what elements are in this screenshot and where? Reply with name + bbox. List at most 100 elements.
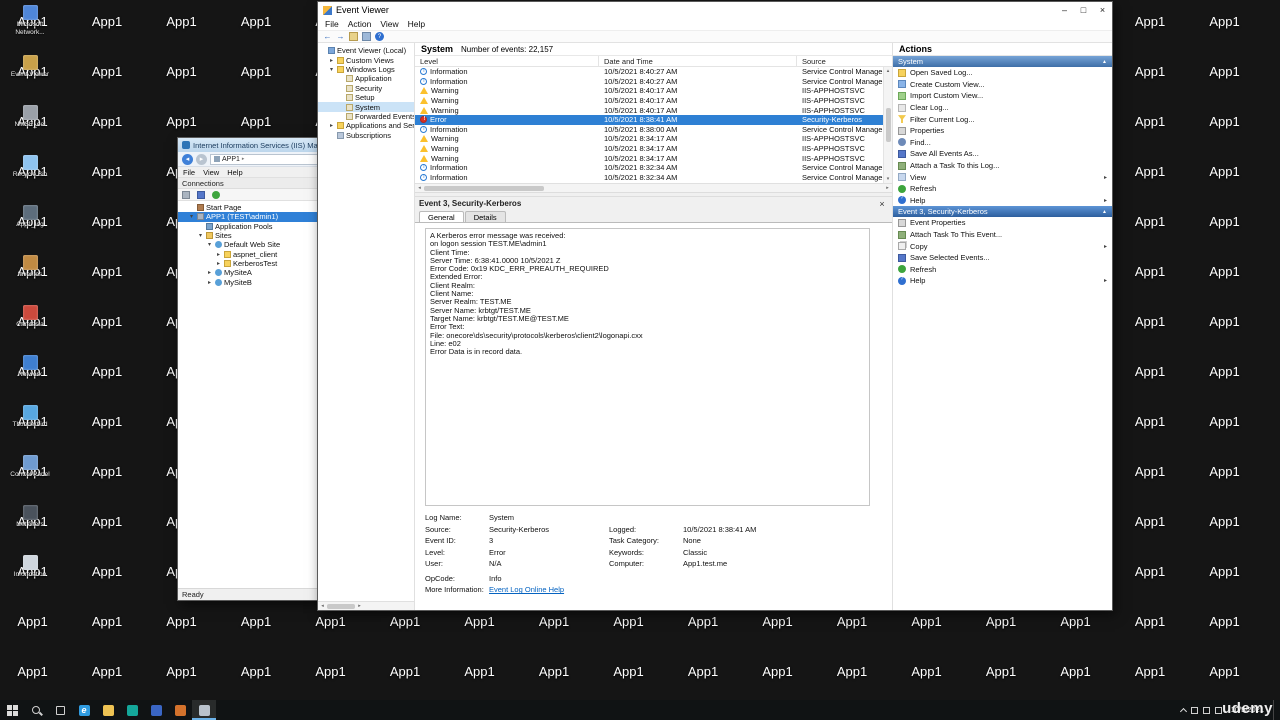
breadcrumb-server[interactable]: APP1 [222, 156, 240, 163]
event-row[interactable]: Warning 10/5/2021 8:40:17 AM IIS-APPHOST… [415, 96, 883, 106]
save-icon[interactable] [197, 190, 205, 199]
desktop-shortcut-label[interactable]: App1 [1120, 64, 1181, 79]
desktop-shortcut-label[interactable]: App1 [226, 614, 287, 629]
action-find[interactable]: Find... [893, 137, 1112, 149]
desktop-shortcut-label[interactable]: App1 [1194, 114, 1255, 129]
desktop-shortcut-label[interactable]: App1 [77, 264, 138, 279]
tree-item-windows-logs[interactable]: ▾ Windows Logs [318, 65, 414, 74]
event-log-online-help-link[interactable]: Event Log Online Help [489, 585, 609, 594]
desktop-shortcut-label[interactable]: App1 [1120, 364, 1181, 379]
desktop-shortcut-label[interactable]: App1 [1045, 664, 1106, 679]
network-shortcut-icon[interactable]: Network [2, 355, 58, 379]
action-filter-current-log[interactable]: Filter Current Log... [893, 113, 1112, 125]
tree-item-forwarded-events[interactable]: Forwarded Events [318, 112, 414, 121]
desktop-shortcut-label[interactable]: App1 [1194, 14, 1255, 29]
desktop-shortcut-label[interactable]: App1 [1120, 14, 1181, 29]
desktop-shortcut-label[interactable]: App1 [77, 114, 138, 129]
information-icon[interactable]: Information [2, 555, 58, 579]
desktop-shortcut-label[interactable]: App1 [1194, 414, 1255, 429]
event-row[interactable]: Warning 10/5/2021 8:34:17 AM IIS-APPHOST… [415, 153, 883, 163]
store-icon[interactable] [120, 700, 144, 720]
desktop-shortcut-label[interactable]: App1 [1194, 664, 1255, 679]
desktop-shortcut-label[interactable]: App1 [971, 664, 1032, 679]
desktop-shortcut-label[interactable]: App1 [1194, 314, 1255, 329]
control-panel-icon[interactable]: Control Panel [2, 455, 58, 479]
expand-glyph-icon[interactable]: ▾ [199, 232, 206, 239]
tree-item-application[interactable]: Application [318, 74, 414, 83]
refresh-icon[interactable] [212, 190, 220, 199]
properties-icon[interactable] [362, 32, 371, 41]
show-desktop-button[interactable] [1273, 700, 1277, 720]
desktop-shortcut-label[interactable]: App1 [896, 614, 957, 629]
net-filters-icon[interactable]: Net filters [2, 505, 58, 529]
close-icon[interactable]: × [876, 199, 888, 209]
start-button[interactable] [0, 700, 24, 720]
desktop-shortcut-label[interactable]: App1 [77, 214, 138, 229]
menu-item[interactable]: View [203, 168, 219, 177]
expand-glyph-icon[interactable]: ▸ [208, 279, 215, 286]
file-explorer-icon[interactable] [96, 700, 120, 720]
action-open-saved-log[interactable]: Open Saved Log... [893, 67, 1112, 79]
expand-glyph-icon[interactable]: ▾ [208, 241, 215, 248]
desktop-shortcut-label[interactable]: App1 [971, 614, 1032, 629]
favorites-icon[interactable]: favorites [2, 255, 58, 279]
forward-button[interactable]: ▸ [196, 153, 207, 165]
minimize-button[interactable]: – [1055, 2, 1074, 18]
scrollbar-thumb[interactable] [327, 603, 355, 609]
tree-item-subscriptions[interactable]: Subscriptions [318, 131, 414, 140]
desktop-shortcut-label[interactable]: App1 [151, 664, 212, 679]
desktop-shortcut-label[interactable]: App1 [1194, 564, 1255, 579]
scroll-right-icon[interactable]: ▸ [355, 603, 364, 609]
desktop-shortcut-label[interactable]: App1 [226, 64, 287, 79]
action-copy[interactable]: Copy ▸ [893, 240, 1112, 252]
desktop-shortcut-label[interactable]: App1 [226, 14, 287, 29]
search-button[interactable] [24, 700, 48, 720]
menu-item[interactable]: File [183, 168, 195, 177]
app-icon-blue[interactable] [144, 700, 168, 720]
network-icon[interactable] [1190, 706, 1198, 714]
scrollbar-thumb[interactable] [885, 108, 891, 142]
tree-item-applications-services-logs[interactable]: ▸ Applications and Services Logs [318, 121, 414, 130]
show-console-tree-icon[interactable] [349, 32, 358, 41]
desktop-shortcut-label[interactable]: App1 [598, 664, 659, 679]
expand-glyph-icon[interactable]: ▸ [217, 251, 224, 258]
desktop-shortcut-label[interactable]: App1 [1120, 664, 1181, 679]
action-event-properties[interactable]: Event Properties [893, 217, 1112, 229]
action-import-custom-view[interactable]: Import Custom View... [893, 90, 1112, 102]
desktop-shortcut-label[interactable]: App1 [77, 314, 138, 329]
event-row[interactable]: Information 10/5/2021 8:32:34 AM Service… [415, 173, 883, 183]
scroll-down-icon[interactable]: ▾ [887, 176, 890, 182]
forward-icon[interactable]: → [336, 32, 345, 41]
desktop-shortcut-label[interactable]: App1 [2, 664, 63, 679]
desktop-shortcut-label[interactable]: App1 [151, 114, 212, 129]
desktop-shortcut-label[interactable]: App1 [1194, 364, 1255, 379]
event-viewer-shortcut-icon[interactable]: Event Viewer [2, 55, 58, 79]
desktop-shortcut-label[interactable]: App1 [77, 664, 138, 679]
desktop-shortcut-label[interactable]: App1 [673, 664, 734, 679]
connect-icon[interactable] [182, 190, 190, 199]
column-date-time[interactable]: Date and Time [599, 56, 797, 66]
action-create-custom-view[interactable]: Create Custom View... [893, 79, 1112, 91]
event-viewer-titlebar[interactable]: Event Viewer – □ × [318, 2, 1112, 18]
desktop-shortcut-label[interactable]: App1 [1120, 214, 1181, 229]
actions-group-event[interactable]: Event 3, Security-Kerberos ▲ [893, 206, 1112, 218]
back-button[interactable]: ◂ [182, 153, 193, 165]
desktop-shortcut-label[interactable]: App1 [77, 364, 138, 379]
scroll-up-icon[interactable]: ▴ [887, 68, 890, 74]
desktop-shortcut-label[interactable]: App1 [2, 614, 63, 629]
action-help[interactable]: Help ▸ [893, 195, 1112, 207]
app-icon-orange[interactable] [168, 700, 192, 720]
desktop-shortcut-label[interactable]: App1 [1194, 464, 1255, 479]
expand-glyph-icon[interactable]: ▸ [330, 57, 337, 64]
desktop-shortcut-label[interactable]: App1 [1120, 564, 1181, 579]
desktop-shortcut-label[interactable]: App1 [1194, 614, 1255, 629]
action-attach-task-to-event[interactable]: Attach Task To This Event... [893, 229, 1112, 241]
desktop-shortcut-label[interactable]: App1 [1120, 614, 1181, 629]
tree-item-setup[interactable]: Setup [318, 93, 414, 102]
expand-glyph-icon[interactable]: ▸ [217, 260, 224, 267]
event-row[interactable]: Warning 10/5/2021 8:40:17 AM IIS-APPHOST… [415, 86, 883, 96]
desktop-shortcut-label[interactable]: App1 [1120, 114, 1181, 129]
desktop-shortcut-label[interactable]: App1 [598, 614, 659, 629]
menu-item[interactable]: Action [348, 19, 372, 29]
desktop-shortcut-label[interactable]: App1 [1120, 464, 1181, 479]
